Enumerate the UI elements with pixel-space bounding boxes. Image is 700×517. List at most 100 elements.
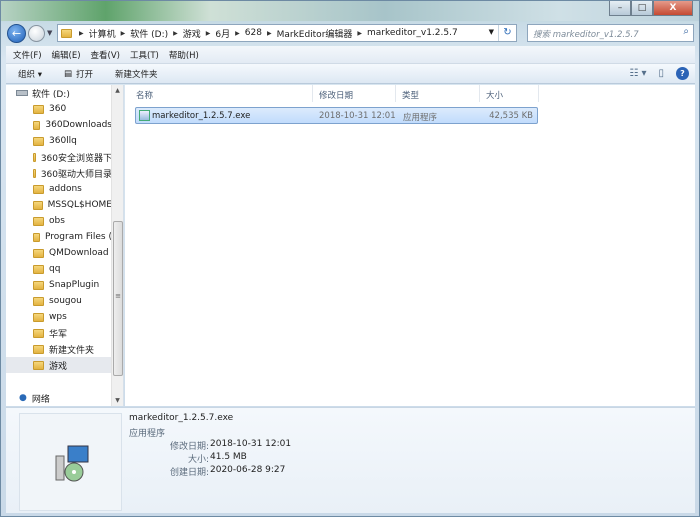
- folder-icon: [33, 296, 44, 306]
- folder-icon: [61, 28, 72, 38]
- column-size[interactable]: 大小: [480, 85, 539, 102]
- size-value: 41.5 MB: [210, 452, 247, 462]
- scroll-thumb[interactable]: ≡: [113, 221, 123, 376]
- nav-folder[interactable]: 360安全浏览器下: [6, 149, 112, 165]
- menu-view[interactable]: 查看(V): [86, 49, 125, 61]
- nav-folder[interactable]: MSSQL$HOME: [6, 197, 112, 213]
- nav-folder[interactable]: 360: [6, 101, 112, 117]
- nav-network[interactable]: ● 网络: [19, 390, 123, 406]
- column-modified[interactable]: 修改日期: [313, 85, 396, 102]
- scroll-down-icon[interactable]: ▼: [112, 397, 123, 404]
- organize-button[interactable]: 组织 ▾: [6, 68, 50, 80]
- nav-scrollbar[interactable]: ▲ ≡ ▼: [111, 85, 123, 406]
- file-list: 名称 修改日期 类型 大小 markeditor_1.2.5.7.exe 201…: [125, 85, 695, 406]
- search-input[interactable]: 搜索 markeditor_v1.2.5.7 ⌕: [527, 24, 694, 42]
- folder-icon: [33, 264, 44, 274]
- address-bar[interactable]: ▶ 计算机 ▶ 软件 (D:) ▶ 游戏 ▶ 6月 ▶ 628 ▶ MarkEditor编辑…: [57, 24, 517, 42]
- folder-icon: [33, 168, 36, 178]
- refresh-button[interactable]: ↻: [498, 25, 516, 41]
- breadcrumb-current[interactable]: markeditor_v1.2.5.7: [367, 28, 458, 38]
- nav-folder[interactable]: wps: [6, 309, 112, 325]
- nav-folder[interactable]: 360Downloads: [6, 117, 112, 133]
- installer-icon: [55, 445, 89, 482]
- command-bar: 组织 ▾ ▤ 打开 新建文件夹 ☷ ▾ ▯ ?: [6, 64, 695, 84]
- breadcrumb-628[interactable]: 628: [245, 28, 262, 38]
- file-name: markeditor_1.2.5.7.exe: [152, 111, 251, 121]
- nav-folder[interactable]: 360驱动大师目录: [6, 165, 112, 181]
- explorer-window: – □ X ← ▼ ▶ 计算机 ▶ 软件 (D:) ▶ 游戏 ▶ 6月 ▶ 628 ▶ Ma…: [0, 0, 700, 517]
- folder-icon: [33, 344, 44, 354]
- menu-tools[interactable]: 工具(T): [125, 49, 164, 61]
- nav-label: 360驱动大师目录: [40, 169, 112, 180]
- nav-label: qq: [49, 264, 61, 274]
- nav-folder[interactable]: SnapPlugin: [6, 277, 112, 293]
- folder-icon: [33, 152, 36, 162]
- column-name[interactable]: 名称: [130, 85, 313, 102]
- file-row[interactable]: markeditor_1.2.5.7.exe 2018-10-31 12:01 …: [135, 107, 538, 124]
- column-type[interactable]: 类型: [396, 85, 480, 102]
- details-pane: markeditor_1.2.5.7.exe 应用程序 修改日期: 2018-1…: [6, 407, 695, 513]
- nav-folder[interactable]: QMDownload: [6, 245, 112, 261]
- breadcrumb-drive[interactable]: 软件 (D:): [130, 27, 168, 40]
- nav-label: addons: [49, 184, 82, 194]
- menu-help[interactable]: 帮助(H): [164, 49, 204, 61]
- view-options-icon[interactable]: ☷ ▾: [629, 68, 646, 79]
- menu-edit[interactable]: 编辑(E): [47, 49, 86, 61]
- nav-label: QMDownload: [49, 248, 109, 258]
- network-icon: ●: [19, 393, 27, 403]
- folder-icon: [33, 104, 44, 114]
- nav-folder[interactable]: qq: [6, 261, 112, 277]
- nav-folder[interactable]: addons: [6, 181, 112, 197]
- new-folder-button[interactable]: 新建文件夹: [107, 68, 166, 80]
- nav-label: 360: [49, 104, 67, 114]
- recent-pages-dropdown[interactable]: ▼: [47, 29, 52, 37]
- folder-icon: [33, 232, 41, 242]
- navigation-pane: 软件 (D:) 360 360Downloads 360llq 360安全浏览器下 36…: [6, 85, 124, 406]
- folder-icon: [33, 136, 44, 146]
- breadcrumb-games[interactable]: 游戏: [183, 27, 201, 40]
- folder-icon: [33, 184, 44, 194]
- file-size: 42,535 KB: [489, 111, 533, 121]
- nav-drive-d[interactable]: 软件 (D:): [16, 85, 122, 101]
- folder-icon: [33, 216, 44, 226]
- nav-folder[interactable]: 360llq: [6, 133, 112, 149]
- open-button[interactable]: ▤ 打开: [56, 68, 101, 80]
- back-button[interactable]: ←: [7, 24, 26, 43]
- nav-label: 网络: [31, 394, 50, 405]
- nav-folder[interactable]: 游戏: [6, 357, 112, 373]
- nav-label: 360安全浏览器下: [40, 153, 112, 164]
- breadcrumb-june[interactable]: 6月: [215, 27, 230, 40]
- folder-icon: [33, 360, 44, 370]
- file-modified: 2018-10-31 12:01: [319, 111, 396, 121]
- folder-icon: [33, 200, 43, 210]
- forward-button[interactable]: [28, 25, 45, 42]
- modified-label: 修改日期:: [170, 442, 210, 452]
- breadcrumb-computer[interactable]: 计算机: [89, 27, 116, 40]
- nav-label: SnapPlugin: [49, 280, 100, 290]
- nav-folder[interactable]: obs: [6, 213, 112, 229]
- nav-label: 360Downloads: [45, 120, 112, 130]
- scroll-up-icon[interactable]: ▲: [112, 87, 123, 94]
- folder-icon: [33, 120, 41, 130]
- maximize-button[interactable]: □: [631, 1, 653, 16]
- nav-folder[interactable]: 新建文件夹: [6, 341, 112, 357]
- open-icon: ▤: [63, 68, 72, 79]
- open-label: 打开: [76, 69, 94, 80]
- nav-folder[interactable]: Program Files (: [6, 229, 112, 245]
- help-icon[interactable]: ?: [676, 67, 689, 80]
- details-name: markeditor_1.2.5.7.exe: [129, 413, 234, 423]
- address-dropdown[interactable]: ▼: [489, 28, 494, 36]
- close-button[interactable]: X: [653, 1, 693, 16]
- breadcrumb-markeditor[interactable]: MarkEditor编辑器: [277, 27, 353, 40]
- menu-bar: 文件(F) 编辑(E) 查看(V) 工具(T) 帮助(H): [6, 46, 695, 64]
- menu-file[interactable]: 文件(F): [8, 49, 47, 61]
- minimize-button[interactable]: –: [609, 1, 631, 16]
- nav-folder[interactable]: sougou: [6, 293, 112, 309]
- nav-label: 360llq: [49, 136, 77, 146]
- nav-label: 游戏: [49, 361, 68, 372]
- nav-label: MSSQL$HOME: [47, 200, 112, 210]
- nav-folder[interactable]: 华军: [6, 325, 112, 341]
- file-preview: [19, 413, 122, 511]
- preview-pane-icon[interactable]: ▯: [658, 68, 664, 79]
- file-type: 应用程序: [403, 113, 438, 123]
